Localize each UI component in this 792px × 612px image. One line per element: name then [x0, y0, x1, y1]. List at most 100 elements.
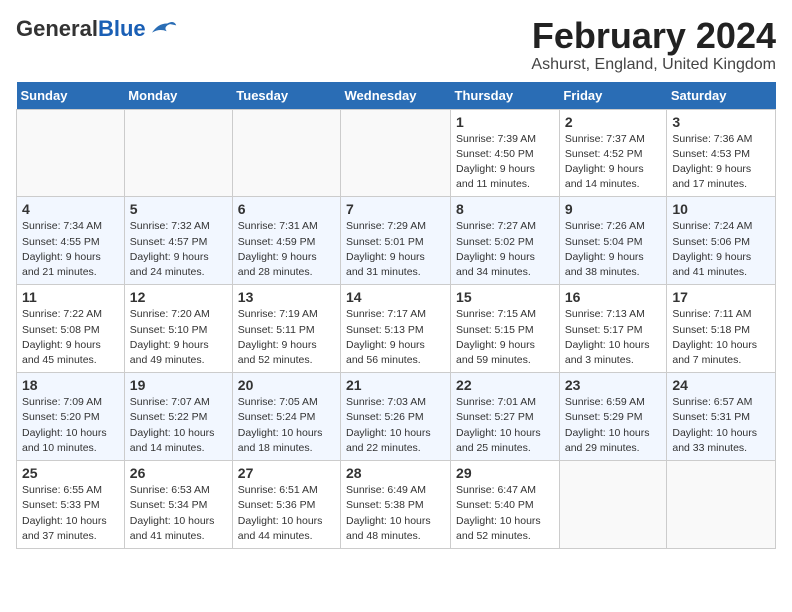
calendar-week-row: 1 Sunrise: 7:39 AM Sunset: 4:50 PM Daylig…	[17, 109, 776, 197]
calendar-cell: 28 Sunrise: 6:49 AM Sunset: 5:38 PM Dayli…	[341, 461, 451, 549]
day-info: Sunrise: 6:49 AM Sunset: 5:38 PM Dayligh…	[346, 483, 445, 544]
day-number: 5	[130, 201, 227, 217]
day-info: Sunrise: 7:22 AM Sunset: 5:08 PM Dayligh…	[22, 307, 119, 368]
calendar-cell: 10 Sunrise: 7:24 AM Sunset: 5:06 PM Dayli…	[667, 197, 776, 285]
calendar-week-row: 11 Sunrise: 7:22 AM Sunset: 5:08 PM Dayli…	[17, 285, 776, 373]
calendar-cell: 1 Sunrise: 7:39 AM Sunset: 4:50 PM Daylig…	[451, 109, 560, 197]
day-number: 4	[22, 201, 119, 217]
weekday-header: Tuesday	[232, 82, 340, 110]
location-title: Ashurst, England, United Kingdom	[531, 56, 776, 74]
day-info: Sunrise: 6:47 AM Sunset: 5:40 PM Dayligh…	[456, 483, 554, 544]
day-info: Sunrise: 7:15 AM Sunset: 5:15 PM Dayligh…	[456, 307, 554, 368]
day-info: Sunrise: 7:17 AM Sunset: 5:13 PM Dayligh…	[346, 307, 445, 368]
calendar-cell: 7Sunrise: 7:29 AM Sunset: 5:01 PM Daylig…	[341, 197, 451, 285]
day-number: 17	[672, 289, 770, 305]
calendar-cell: 2 Sunrise: 7:37 AM Sunset: 4:52 PM Daylig…	[559, 109, 667, 197]
calendar-cell: 5 Sunrise: 7:32 AM Sunset: 4:57 PM Daylig…	[124, 197, 232, 285]
calendar-cell: 20 Sunrise: 7:05 AM Sunset: 5:24 PM Dayli…	[232, 373, 340, 461]
calendar-cell	[667, 461, 776, 549]
day-number: 25	[22, 465, 119, 481]
day-info: Sunrise: 6:55 AM Sunset: 5:33 PM Dayligh…	[22, 483, 119, 544]
day-info: Sunrise: 7:07 AM Sunset: 5:22 PM Dayligh…	[130, 395, 227, 456]
calendar-cell: 22 Sunrise: 7:01 AM Sunset: 5:27 PM Dayli…	[451, 373, 560, 461]
day-number: 8	[456, 201, 554, 217]
calendar-cell	[17, 109, 125, 197]
calendar-week-row: 25 Sunrise: 6:55 AM Sunset: 5:33 PM Dayli…	[17, 461, 776, 549]
page-header: GeneralBlue February 2024 Ashurst, Engla…	[16, 16, 776, 74]
day-number: 27	[238, 465, 335, 481]
title-area: February 2024 Ashurst, England, United K…	[531, 16, 776, 74]
calendar-cell: 6 Sunrise: 7:31 AM Sunset: 4:59 PM Daylig…	[232, 197, 340, 285]
calendar-cell: 14 Sunrise: 7:17 AM Sunset: 5:13 PM Dayli…	[341, 285, 451, 373]
day-info: Sunrise: 7:20 AM Sunset: 5:10 PM Dayligh…	[130, 307, 227, 368]
logo: GeneralBlue	[16, 16, 178, 42]
day-info: Sunrise: 6:53 AM Sunset: 5:34 PM Dayligh…	[130, 483, 227, 544]
day-info: Sunrise: 7:31 AM Sunset: 4:59 PM Dayligh…	[238, 219, 335, 280]
day-number: 14	[346, 289, 445, 305]
calendar-week-row: 4 Sunrise: 7:34 AM Sunset: 4:55 PM Daylig…	[17, 197, 776, 285]
day-number: 26	[130, 465, 227, 481]
calendar-cell: 8 Sunrise: 7:27 AM Sunset: 5:02 PM Daylig…	[451, 197, 560, 285]
calendar-cell: 29Sunrise: 6:47 AM Sunset: 5:40 PM Dayli…	[451, 461, 560, 549]
day-number: 22	[456, 377, 554, 393]
day-info: Sunrise: 7:01 AM Sunset: 5:27 PM Dayligh…	[456, 395, 554, 456]
calendar-cell: 13 Sunrise: 7:19 AM Sunset: 5:11 PM Dayli…	[232, 285, 340, 373]
calendar-cell: 18 Sunrise: 7:09 AM Sunset: 5:20 PM Dayli…	[17, 373, 125, 461]
logo-blue: Blue	[98, 16, 146, 41]
day-info: Sunrise: 7:34 AM Sunset: 4:55 PM Dayligh…	[22, 219, 119, 280]
calendar-cell: 23Sunrise: 6:59 AM Sunset: 5:29 PM Dayli…	[559, 373, 667, 461]
calendar-cell	[559, 461, 667, 549]
day-info: Sunrise: 7:32 AM Sunset: 4:57 PM Dayligh…	[130, 219, 227, 280]
day-info: Sunrise: 7:03 AM Sunset: 5:26 PM Dayligh…	[346, 395, 445, 456]
calendar-cell: 12 Sunrise: 7:20 AM Sunset: 5:10 PM Dayli…	[124, 285, 232, 373]
calendar-cell	[232, 109, 340, 197]
logo-general: General	[16, 16, 98, 41]
calendar-cell	[124, 109, 232, 197]
day-info: Sunrise: 7:27 AM Sunset: 5:02 PM Dayligh…	[456, 219, 554, 280]
calendar-cell: 27 Sunrise: 6:51 AM Sunset: 5:36 PM Dayli…	[232, 461, 340, 549]
calendar-cell: 17 Sunrise: 7:11 AM Sunset: 5:18 PM Dayli…	[667, 285, 776, 373]
day-number: 12	[130, 289, 227, 305]
weekday-header: Monday	[124, 82, 232, 110]
day-info: Sunrise: 7:36 AM Sunset: 4:53 PM Dayligh…	[672, 132, 770, 193]
calendar-cell: 25 Sunrise: 6:55 AM Sunset: 5:33 PM Dayli…	[17, 461, 125, 549]
calendar-cell: 15Sunrise: 7:15 AM Sunset: 5:15 PM Dayli…	[451, 285, 560, 373]
day-info: Sunrise: 7:24 AM Sunset: 5:06 PM Dayligh…	[672, 219, 770, 280]
day-number: 19	[130, 377, 227, 393]
calendar-cell: 16Sunrise: 7:13 AM Sunset: 5:17 PM Dayli…	[559, 285, 667, 373]
day-number: 18	[22, 377, 119, 393]
day-info: Sunrise: 7:39 AM Sunset: 4:50 PM Dayligh…	[456, 132, 554, 193]
day-info: Sunrise: 7:26 AM Sunset: 5:04 PM Dayligh…	[565, 219, 662, 280]
logo-bird-icon	[148, 18, 178, 40]
day-number: 21	[346, 377, 445, 393]
day-number: 6	[238, 201, 335, 217]
weekday-header: Wednesday	[341, 82, 451, 110]
calendar-cell: 26 Sunrise: 6:53 AM Sunset: 5:34 PM Dayli…	[124, 461, 232, 549]
calendar-table: SundayMondayTuesdayWednesdayThursdayFrid…	[16, 82, 776, 549]
day-number: 28	[346, 465, 445, 481]
day-info: Sunrise: 6:57 AM Sunset: 5:31 PM Dayligh…	[672, 395, 770, 456]
day-number: 11	[22, 289, 119, 305]
day-info: Sunrise: 7:37 AM Sunset: 4:52 PM Dayligh…	[565, 132, 662, 193]
day-info: Sunrise: 7:11 AM Sunset: 5:18 PM Dayligh…	[672, 307, 770, 368]
day-number: 13	[238, 289, 335, 305]
day-info: Sunrise: 6:51 AM Sunset: 5:36 PM Dayligh…	[238, 483, 335, 544]
calendar-header-row: SundayMondayTuesdayWednesdayThursdayFrid…	[17, 82, 776, 110]
day-info: Sunrise: 7:09 AM Sunset: 5:20 PM Dayligh…	[22, 395, 119, 456]
day-info: Sunrise: 7:05 AM Sunset: 5:24 PM Dayligh…	[238, 395, 335, 456]
day-number: 24	[672, 377, 770, 393]
calendar-cell: 9 Sunrise: 7:26 AM Sunset: 5:04 PM Daylig…	[559, 197, 667, 285]
weekday-header: Friday	[559, 82, 667, 110]
day-number: 20	[238, 377, 335, 393]
day-info: Sunrise: 7:19 AM Sunset: 5:11 PM Dayligh…	[238, 307, 335, 368]
logo-text: GeneralBlue	[16, 16, 146, 42]
calendar-cell: 3Sunrise: 7:36 AM Sunset: 4:53 PM Daylig…	[667, 109, 776, 197]
day-number: 9	[565, 201, 662, 217]
weekday-header: Thursday	[451, 82, 560, 110]
day-number: 2	[565, 114, 662, 130]
weekday-header: Saturday	[667, 82, 776, 110]
weekday-header: Sunday	[17, 82, 125, 110]
day-number: 10	[672, 201, 770, 217]
day-number: 1	[456, 114, 554, 130]
day-number: 7	[346, 201, 445, 217]
